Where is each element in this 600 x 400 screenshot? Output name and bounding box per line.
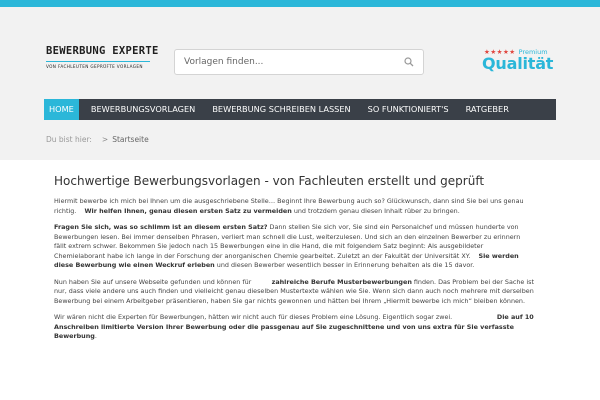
- nav-item-home[interactable]: HOME: [44, 99, 79, 120]
- search-box: [174, 49, 424, 75]
- top-accent-bar: [0, 0, 600, 7]
- quality-label: Qualität: [482, 54, 554, 73]
- search-input[interactable]: [175, 50, 395, 74]
- logo-divider: [46, 61, 150, 62]
- main-content-area: Hochwertige Bewerbungsvorlagen - von Fac…: [0, 160, 600, 400]
- logo-subtitle: VON FACHLEUTEN GEPRÜFTE VORLAGEN: [46, 64, 143, 69]
- solution-paragraph: Wir wären nicht die Experten für Bewerbu…: [54, 313, 534, 340]
- nav-item-bewerbung-schreiben-lassen[interactable]: BEWERBUNG SCHREIBEN LASSEN: [207, 99, 355, 120]
- breadcrumb-prefix: Du bist hier:: [46, 135, 92, 144]
- nav-item-ratgeber[interactable]: RATGEBER: [461, 99, 514, 120]
- templates-link[interactable]: zahlreiche Berufe Musterbewerbungen: [272, 278, 412, 286]
- search-icon[interactable]: [404, 57, 414, 67]
- first-sentence-paragraph: Fragen Sie sich, was so schlimm ist an d…: [54, 223, 521, 269]
- logo-title: BEWERBUNG EXPERTE: [46, 45, 159, 57]
- premium-quality-badge: ★★★★★ Premium Qualität: [482, 48, 558, 74]
- nav-item-so-funktionierts[interactable]: SO FUNKTIONIERT'S: [363, 99, 454, 120]
- intro-paragraph: Hiermit bewerbe ich mich bei Ihnen um di…: [54, 197, 524, 215]
- page-title: Hochwertige Bewerbungsvorlagen - von Fac…: [54, 174, 485, 188]
- breadcrumb-separator: >: [101, 135, 109, 144]
- breadcrumb: Du bist hier: > Startseite: [46, 135, 149, 144]
- nav-item-bewerbungsvorlagen[interactable]: BEWERBUNGSVORLAGEN: [86, 99, 200, 120]
- main-navigation: HOME BEWERBUNGSVORLAGEN BEWERBUNG SCHREI…: [44, 99, 556, 120]
- breadcrumb-current[interactable]: Startseite: [112, 135, 148, 144]
- site-logo[interactable]: BEWERBUNG EXPERTE VON FACHLEUTEN GEPRÜFT…: [46, 45, 159, 69]
- templates-paragraph: Nun haben Sie auf unsere Webseite gefund…: [54, 277, 534, 305]
